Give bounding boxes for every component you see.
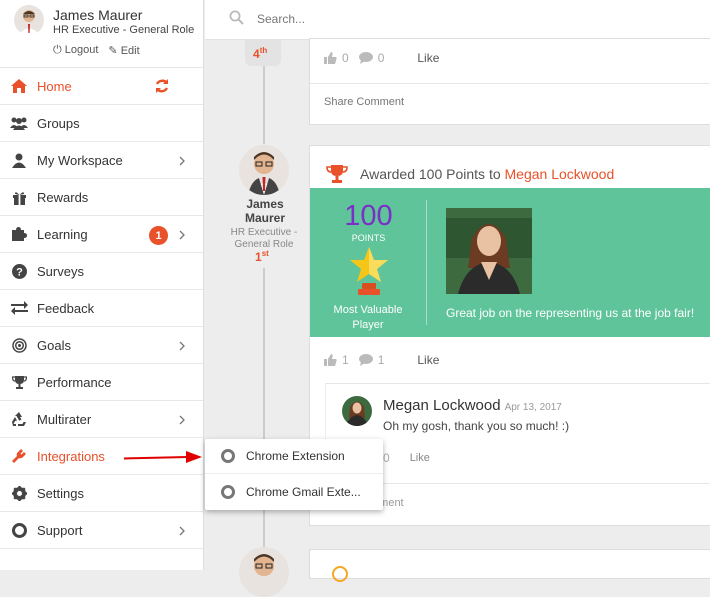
user-icon [10, 151, 28, 169]
post2-header: Awarded 100 Points to Megan Lockwood [326, 163, 614, 185]
puzzle-icon [10, 225, 28, 243]
star-trophy-icon [346, 245, 392, 302]
avatar[interactable] [14, 5, 44, 35]
comment-date: Apr 13, 2017 [504, 402, 562, 413]
chrome-icon [221, 484, 235, 499]
nav-item-surveys[interactable]: ? Surveys [0, 253, 203, 290]
comment-count[interactable]: 0 [358, 51, 384, 65]
post2-author-name[interactable]: James Maurer [229, 197, 301, 225]
logout-link[interactable]: ⏻ Logout [53, 44, 98, 57]
gear-icon [10, 484, 28, 502]
award-banner: 100 POINTS Most Valuable Player Great jo… [310, 188, 710, 337]
chevron-right-icon [179, 154, 185, 169]
like-button[interactable]: Like [417, 51, 439, 65]
menu-item-chrome-extension[interactable]: Chrome Extension [205, 439, 383, 474]
points-value: 100 [344, 200, 393, 232]
search-input[interactable] [257, 8, 557, 30]
post1-actions: 0 0 Like [324, 51, 439, 65]
menu-item-chrome-gmail-extension[interactable]: Chrome Gmail Exte... [205, 474, 383, 509]
post2-rank-label: 1st [255, 249, 269, 264]
profile-panel: James Maurer HR Executive - General Role… [0, 0, 203, 68]
nav-item-performance[interactable]: Performance [0, 364, 203, 401]
nav-item-multirater[interactable]: Multirater [0, 401, 203, 438]
thumbs-up-icon [324, 354, 337, 366]
arrow-annotation [123, 451, 202, 463]
award-message: Great job on the representing us at the … [446, 306, 695, 320]
question-icon: ? [10, 262, 28, 280]
post3-author-avatar[interactable] [239, 547, 289, 597]
power-icon: ⏻ [53, 44, 62, 56]
nav-item-settings[interactable]: Settings [0, 475, 203, 512]
comment-count[interactable]: 1 [358, 353, 384, 367]
post1-rank-label: 4th [253, 46, 268, 61]
commenter-avatar[interactable] [342, 396, 372, 426]
home-icon [10, 77, 28, 95]
notification-badge: 1 [149, 226, 168, 245]
target-icon [10, 336, 28, 354]
comment-header: Megan Lockwood Apr 13, 2017 [383, 397, 562, 414]
profile-role: HR Executive - General Role [53, 24, 195, 36]
chevron-right-icon [179, 413, 185, 428]
sidebar: James Maurer HR Executive - General Role… [0, 0, 204, 570]
post1-card: 0 0 Like [309, 38, 710, 125]
like-count[interactable]: 0 [324, 51, 349, 65]
nav-item-home[interactable]: Home [0, 68, 203, 105]
integrations-menu: Chrome Extension Chrome Gmail Exte... [205, 439, 383, 510]
nav-item-feedback[interactable]: Feedback [0, 290, 203, 327]
main-nav: Home Groups My Workspace Rewards Learnin… [0, 68, 203, 549]
nav-item-rewards[interactable]: Rewards [0, 179, 203, 216]
nav-item-groups[interactable]: Groups [0, 105, 203, 142]
profile-name: James Maurer [53, 7, 143, 23]
chevron-right-icon [179, 524, 185, 539]
lifebuoy-icon [10, 521, 28, 539]
nav-item-goals[interactable]: Goals [0, 327, 203, 364]
top-bar [205, 0, 710, 40]
chevron-right-icon [179, 339, 185, 354]
users-icon [10, 114, 28, 132]
svg-text:?: ? [16, 266, 23, 278]
commenter-name[interactable]: Megan Lockwood [383, 397, 501, 414]
points-label: POINTS [351, 233, 386, 243]
banner-divider [426, 200, 427, 325]
post2-actions: 1 1 Like [324, 353, 439, 367]
post3-card [309, 549, 710, 582]
profile-links: ⏻ Logout ✎ Edit [53, 44, 140, 57]
recipient-link[interactable]: Megan Lockwood [505, 166, 615, 182]
pencil-icon: ✎ [108, 45, 118, 57]
refresh-icon[interactable] [154, 78, 170, 97]
gift-icon [10, 188, 28, 206]
nav-item-support[interactable]: Support [0, 512, 203, 549]
share-comment-input[interactable] [324, 93, 624, 111]
like-count[interactable]: 1 [324, 353, 349, 367]
search-icon [229, 10, 244, 30]
nav-item-learning[interactable]: Learning 1 [0, 216, 203, 253]
recipient-photo[interactable] [446, 208, 532, 294]
comment-like-count[interactable]: 0 [383, 451, 390, 465]
clock-icon [332, 566, 348, 582]
trophy-icon [10, 373, 28, 391]
post2-author-role: HR Executive - General Role [230, 227, 298, 250]
post2-author-avatar[interactable] [239, 145, 289, 195]
edit-link[interactable]: ✎ Edit [108, 44, 139, 57]
comment-icon [358, 354, 373, 366]
exchange-icon [10, 299, 28, 317]
award-name: Most Valuable Player [333, 304, 403, 331]
plug-icon [10, 447, 28, 465]
chevron-right-icon [179, 228, 185, 243]
like-button[interactable]: Like [417, 353, 439, 367]
chrome-icon [221, 449, 235, 463]
thumbs-up-icon [324, 52, 337, 64]
recycle-icon [10, 410, 28, 428]
comment-icon [358, 52, 373, 64]
comment-like-button[interactable]: Like [410, 452, 430, 464]
trophy-icon [326, 165, 348, 183]
nav-item-my-workspace[interactable]: My Workspace [0, 142, 203, 179]
comment-text: Oh my gosh, thank you so much! :) [383, 419, 570, 433]
comment-actions: 0 Like [383, 451, 430, 465]
